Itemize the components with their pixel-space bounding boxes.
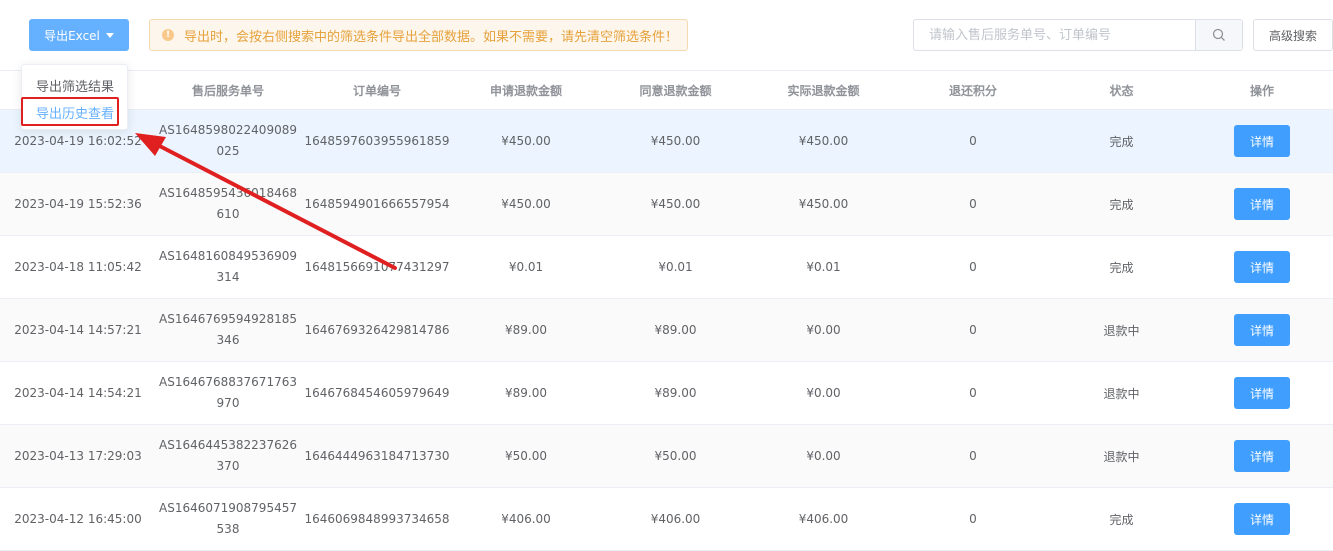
annotation-highlight-box — [21, 97, 119, 126]
annotation-arrow — [135, 133, 397, 270]
